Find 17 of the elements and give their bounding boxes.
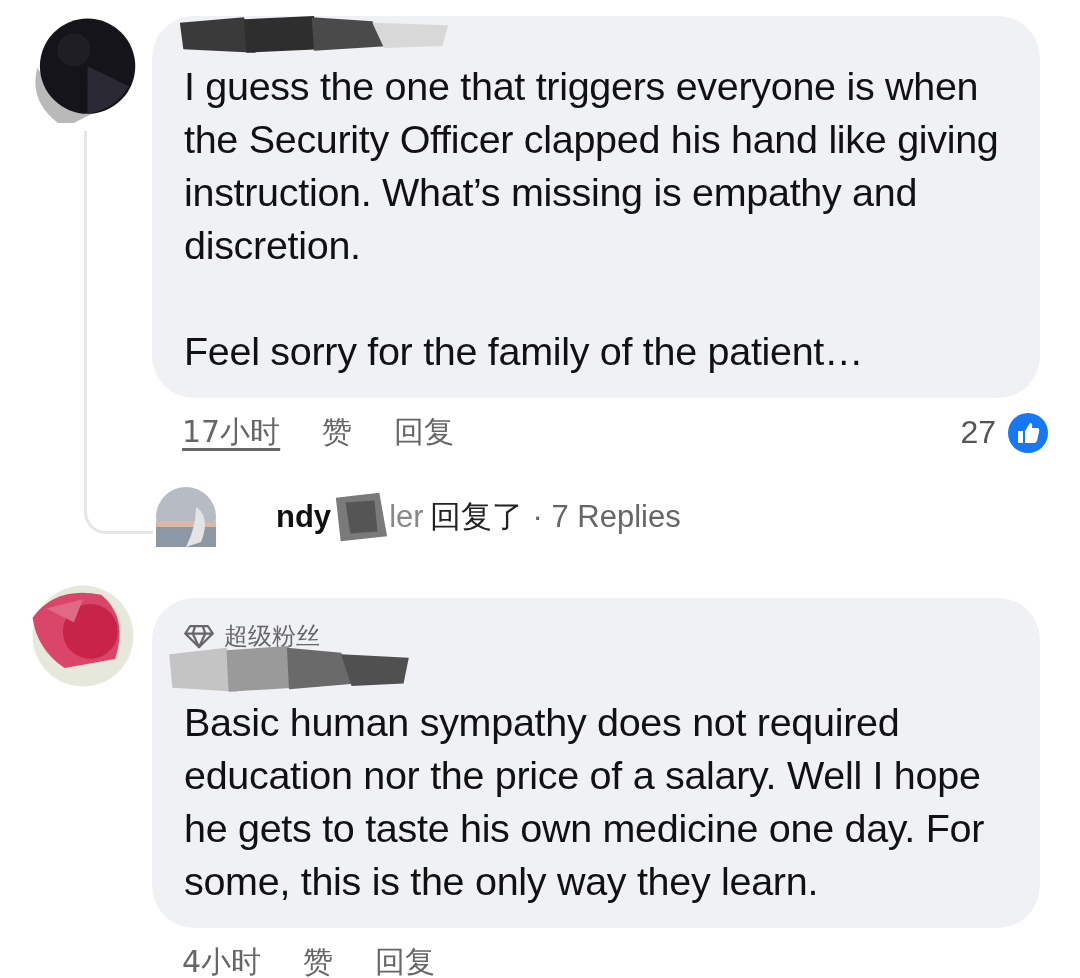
like-link[interactable]: 赞 bbox=[303, 942, 334, 978]
like-icon bbox=[1008, 412, 1048, 453]
comment-text: Feel sorry for the family of the patient… bbox=[184, 328, 865, 375]
like-link[interactable]: 赞 bbox=[322, 412, 353, 453]
reply-link[interactable]: 回复 bbox=[375, 942, 436, 978]
timestamp-link[interactable]: 17小时 bbox=[182, 412, 281, 453]
diamond-icon bbox=[184, 623, 214, 649]
replier-name[interactable]: ndy bbox=[276, 499, 332, 535]
reaction-count: 27 bbox=[960, 414, 996, 451]
reply-link[interactable]: 回复 bbox=[394, 412, 455, 453]
replier-name[interactable]: ler bbox=[389, 499, 424, 535]
timestamp-link[interactable]: 4小时 bbox=[182, 942, 262, 978]
comment-text: Basic human sympathy does not required education nor the price of a salary. Well I hope he gets to taste his own medicine one day. For some, this is the only way they learn. bbox=[184, 699, 986, 905]
reply-action: 回复了 bbox=[429, 497, 523, 536]
replies-link[interactable]: · 7 Replies bbox=[532, 499, 681, 535]
badge-label: 超级粉丝 bbox=[224, 621, 320, 652]
comment-text: I guess the one that triggers everyone is when the Security Officer clapped his hand like giving instruction. What’s missing is empathy and discretion. bbox=[184, 63, 1000, 269]
